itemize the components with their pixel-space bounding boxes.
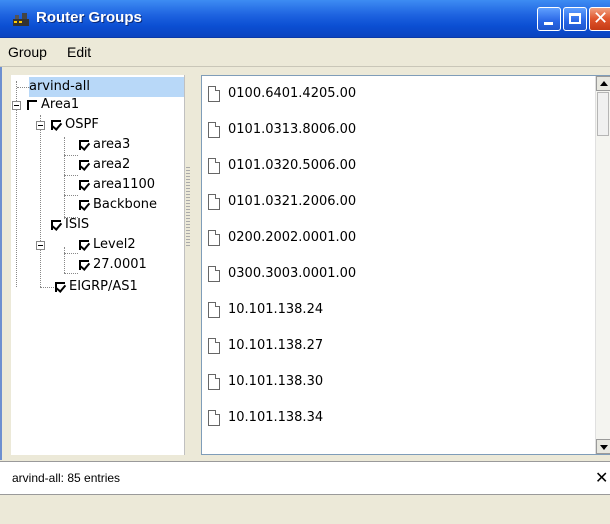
tree-node-label: EIGRP/AS1: [69, 279, 138, 294]
tree-node-label: Area1: [41, 97, 80, 112]
group-tree[interactable]: arvind-all Area1 OSPF area3 area2 area11…: [11, 75, 185, 455]
maximize-icon: [569, 13, 581, 24]
maximize-button[interactable]: [563, 7, 587, 31]
tree-node-label: ISIS: [65, 217, 90, 232]
tree-connector: [64, 273, 78, 274]
client-area: arvind-all Area1 OSPF area3 area2 area11…: [0, 67, 610, 460]
tree-node-label: 27.0001: [93, 257, 147, 272]
list-item[interactable]: 0300.3003.0001.00: [208, 262, 356, 286]
collapse-icon[interactable]: [36, 121, 45, 130]
list-item[interactable]: 0200.2002.0001.00: [208, 226, 356, 250]
app-icon: [13, 13, 29, 26]
checkbox-checked[interactable]: [55, 281, 65, 292]
tree-node-label: Backbone: [93, 197, 158, 212]
list-item[interactable]: 10.101.138.30: [208, 370, 323, 394]
file-icon: [208, 338, 220, 354]
checkbox-checked[interactable]: [79, 159, 89, 170]
close-button[interactable]: ✕: [589, 7, 610, 31]
tree-connector: [64, 195, 78, 196]
status-text: arvind-all: 85 entries: [12, 471, 121, 485]
tree-node-area1[interactable]: Area1: [27, 95, 79, 115]
window-title: Router Groups: [36, 9, 142, 26]
file-icon: [208, 122, 220, 138]
checkbox-checked[interactable]: [79, 259, 89, 270]
close-status-icon[interactable]: ✕: [595, 468, 608, 487]
file-icon: [208, 86, 220, 102]
file-icon: [208, 374, 220, 390]
tree-connector: [40, 115, 41, 287]
entry-list[interactable]: 0100.6401.4205.00 0101.0313.8006.00 0101…: [201, 75, 610, 455]
tree-connector: [64, 155, 78, 156]
checkbox-checked[interactable]: [79, 199, 89, 210]
collapse-icon[interactable]: [12, 101, 21, 110]
menu-group[interactable]: Group: [8, 44, 47, 60]
minimize-button[interactable]: [537, 7, 561, 31]
tree-connector: [64, 175, 78, 176]
file-icon: [208, 266, 220, 282]
file-icon: [208, 194, 220, 210]
list-item[interactable]: 10.101.138.34: [208, 406, 323, 430]
tree-connector: [17, 87, 29, 88]
tree-node-ospf[interactable]: OSPF: [51, 115, 99, 135]
tree-node-arvind-all[interactable]: arvind-all: [29, 77, 184, 97]
tree-node-label: Level2: [93, 237, 136, 252]
list-item[interactable]: 0100.6401.4205.00: [208, 82, 356, 106]
tree-connector: [16, 81, 17, 287]
tree-node-27-0001[interactable]: 27.0001: [79, 255, 147, 275]
tree-node-level2[interactable]: Level2: [79, 235, 136, 255]
tree-node-area3[interactable]: area3: [79, 135, 130, 155]
router-groups-window: Router Groups ✕ Group Edit arvind-all Ar…: [0, 0, 610, 524]
checkbox-checked[interactable]: [79, 239, 89, 250]
tree-node-label: area2: [93, 157, 131, 172]
tree-node-label: arvind-all: [29, 79, 90, 94]
menu-edit[interactable]: Edit: [67, 44, 91, 60]
minimize-icon: [544, 22, 553, 25]
tree-connector: [40, 287, 54, 288]
vertical-scrollbar[interactable]: [595, 76, 610, 454]
tree-node-label: OSPF: [65, 117, 99, 132]
list-item[interactable]: 0101.0320.5006.00: [208, 154, 356, 178]
tree-node-area1100[interactable]: area1100: [79, 175, 155, 195]
tree-node-label: area1100: [93, 177, 156, 192]
file-icon: [208, 410, 220, 426]
scroll-down-button[interactable]: [596, 439, 610, 454]
file-icon: [208, 302, 220, 318]
list-item[interactable]: 0101.0313.8006.00: [208, 118, 356, 142]
tree-node-isis[interactable]: ISIS: [51, 215, 89, 235]
tree-node-backbone[interactable]: Backbone: [79, 195, 157, 215]
status-bar: arvind-all: 85 entries ✕: [0, 461, 610, 495]
scroll-up-button[interactable]: [596, 76, 610, 91]
tree-connector: [64, 137, 65, 219]
scroll-thumb[interactable]: [597, 92, 609, 136]
tree-node-area2[interactable]: area2: [79, 155, 130, 175]
checkbox-unchecked[interactable]: [27, 99, 37, 110]
checkbox-checked[interactable]: [51, 119, 61, 130]
close-icon: ✕: [593, 8, 609, 29]
list-item[interactable]: 10.101.138.24: [208, 298, 323, 322]
checkbox-checked[interactable]: [79, 139, 89, 150]
tree-node-eigrp[interactable]: EIGRP/AS1: [55, 277, 138, 297]
panel-splitter[interactable]: [186, 167, 190, 247]
file-icon: [208, 230, 220, 246]
file-icon: [208, 158, 220, 174]
list-item[interactable]: 0101.0321.2006.00: [208, 190, 356, 214]
list-item[interactable]: 10.101.138.27: [208, 334, 323, 358]
collapse-icon[interactable]: [36, 241, 45, 250]
checkbox-checked[interactable]: [51, 219, 61, 230]
tree-connector: [64, 253, 78, 254]
checkbox-checked[interactable]: [79, 179, 89, 190]
menu-bar: Group Edit: [0, 38, 610, 67]
tree-connector: [64, 247, 65, 273]
title-bar[interactable]: Router Groups ✕: [0, 0, 610, 38]
tree-node-label: area3: [93, 137, 131, 152]
